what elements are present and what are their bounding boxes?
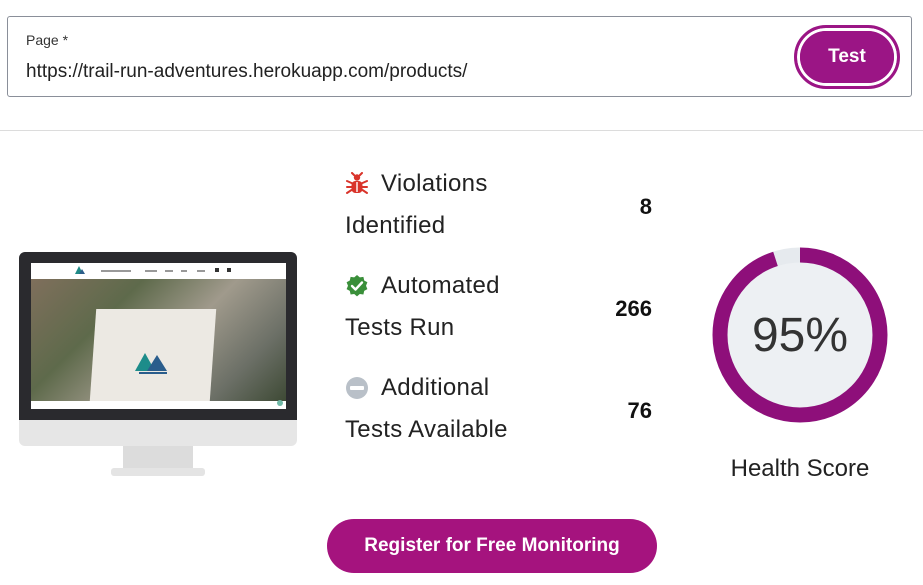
- page-url-field[interactable]: Page * https://trail-run-adventures.hero…: [7, 16, 912, 97]
- monitor-bezel: [19, 420, 297, 446]
- preview-nav-item: [181, 270, 187, 272]
- preview-hero-image: [31, 279, 286, 401]
- stat-violations-value: 8: [639, 194, 652, 219]
- preview-nav-item: [165, 270, 173, 272]
- preview-logo-icon: [75, 266, 85, 274]
- monitor-base: [111, 468, 205, 476]
- minus-circle-icon: [346, 377, 368, 399]
- stat-additional-line2: Tests Available: [345, 416, 508, 443]
- stat-additional-value: 76: [627, 398, 652, 423]
- preview-nav-item: [215, 268, 219, 272]
- stat-automated-line2: Tests Run: [345, 314, 455, 341]
- website-screenshot: [31, 263, 286, 409]
- check-badge-icon: [346, 275, 368, 297]
- preview-nav-item: [197, 270, 205, 272]
- stat-additional-line1: Additional: [381, 374, 490, 401]
- preview-chat-icon: [277, 400, 283, 406]
- bug-icon: [346, 172, 368, 194]
- test-button[interactable]: Test: [794, 25, 900, 89]
- test-button-label: Test: [800, 31, 894, 83]
- preview-nav-item: [145, 270, 157, 272]
- preview-nav-item: [227, 268, 231, 272]
- health-score-value: 95%: [751, 308, 849, 362]
- preview-nav-item: [101, 270, 131, 272]
- preview-bag-logo-icon: [135, 353, 167, 374]
- stat-violations-line2: Identified: [345, 212, 446, 239]
- stat-automated-line1: Automated: [381, 272, 500, 299]
- stat-automated-value: 266: [615, 296, 652, 321]
- page-url-input[interactable]: https://trail-run-adventures.herokuapp.c…: [26, 61, 467, 83]
- website-preview-monitor: [19, 252, 297, 477]
- section-divider: [0, 130, 923, 131]
- monitor-stand: [123, 446, 193, 470]
- preview-footer-strip: [31, 400, 286, 409]
- stat-violations-line1: Violations: [381, 170, 488, 197]
- page-url-label: Page *: [26, 32, 69, 48]
- health-score-label: Health Score: [730, 455, 870, 482]
- monitor-frame: [19, 252, 297, 420]
- register-free-monitoring-button[interactable]: Register for Free Monitoring: [327, 519, 657, 573]
- preview-navbar: [31, 263, 286, 279]
